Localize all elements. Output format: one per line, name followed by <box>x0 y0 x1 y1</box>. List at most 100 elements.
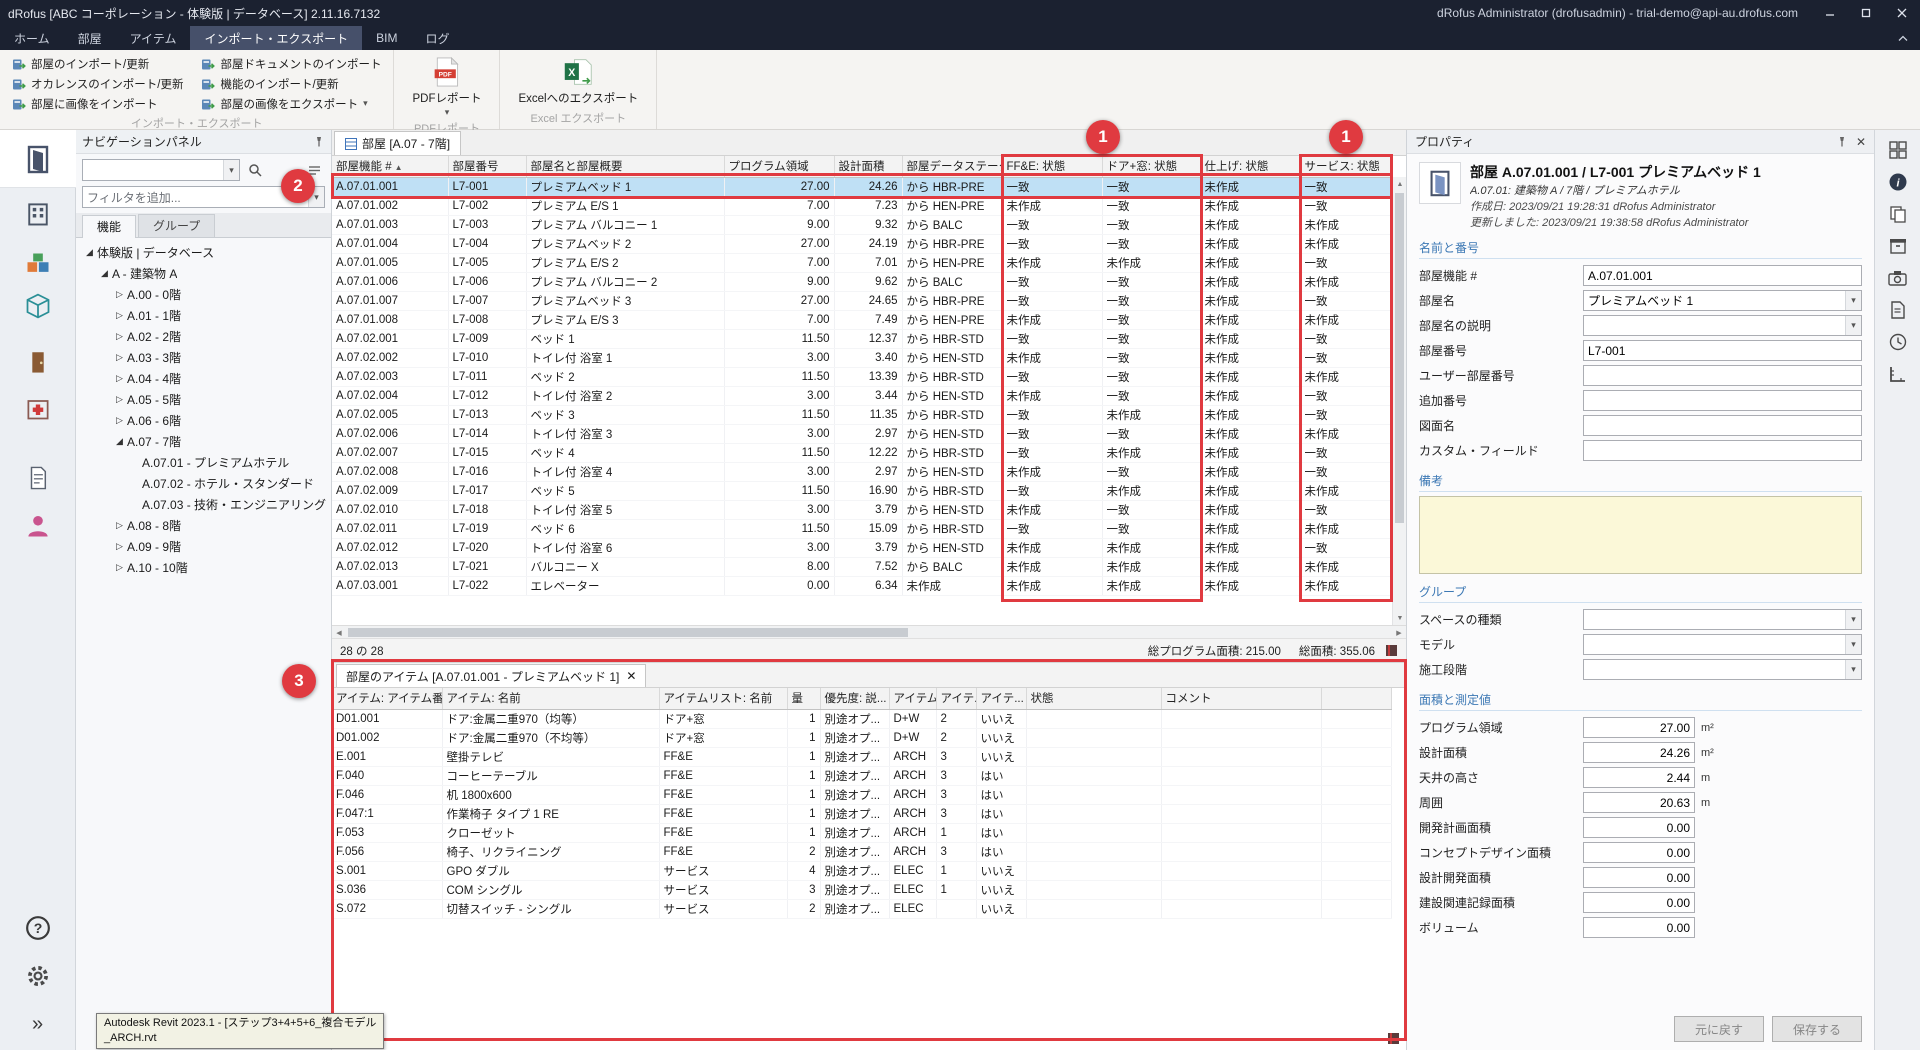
tree-node[interactable]: ▷A.02 - 2階 <box>76 326 331 347</box>
room-row[interactable]: A.07.01.002L7-002プレミアム E/S 17.007.23から H… <box>332 196 1392 215</box>
combo-arrow-icon[interactable]: ▾ <box>308 187 324 207</box>
room-row[interactable]: A.07.02.013L7-021バルコニー X8.007.52から BALC未… <box>332 557 1392 576</box>
item-row[interactable]: F.047:1作業椅子 タイプ 1 REFF&E1別途オプ...ARCH3はい <box>332 804 1392 823</box>
column-header[interactable]: 状態 <box>1026 688 1161 709</box>
copy-panel-button[interactable] <box>1883 200 1913 228</box>
room-row[interactable]: A.07.02.001L7-009ベッド 111.5012.37から HBR-S… <box>332 329 1392 348</box>
menu-tab[interactable]: インポート・エクスポート <box>190 26 362 50</box>
item-row[interactable]: F.053クローゼットFF&E1別途オプ...ARCH1はい <box>332 823 1392 842</box>
field-input[interactable] <box>1583 792 1695 813</box>
tree-node[interactable]: A.07.03 - 技術・エンジニアリング <box>76 494 331 515</box>
pin-icon[interactable] <box>313 136 325 148</box>
column-header[interactable]: 量 <box>787 688 820 709</box>
search-options-button[interactable] <box>303 159 325 181</box>
ribbon-small-button[interactable]: オカレンスのインポート/更新 <box>8 74 187 93</box>
info-panel-button[interactable]: i <box>1883 168 1913 196</box>
reports-module-button[interactable] <box>0 458 76 498</box>
field-input[interactable] <box>1584 635 1845 654</box>
field-input[interactable] <box>1583 917 1695 938</box>
items-module-button[interactable] <box>0 244 76 284</box>
help-button[interactable]: ? <box>0 908 76 948</box>
tree-collapsed-icon[interactable]: ▷ <box>112 331 127 342</box>
menu-tab[interactable]: ログ <box>411 26 463 50</box>
tab-functions[interactable]: 機能 <box>82 215 136 238</box>
close-button[interactable] <box>1884 0 1920 26</box>
column-header[interactable]: アイテ... <box>976 688 1026 709</box>
archive-panel-button[interactable] <box>1883 232 1913 260</box>
column-header[interactable]: アイテム... <box>889 688 936 709</box>
column-header[interactable]: アイテ... <box>936 688 976 709</box>
field-input[interactable] <box>1584 266 1861 285</box>
menu-tab[interactable]: ホーム <box>0 26 64 50</box>
minimize-button[interactable] <box>1812 0 1848 26</box>
hospital-module-button[interactable] <box>0 388 76 428</box>
room-row[interactable]: A.07.02.002L7-010トイレ付 浴室 13.003.40から HEN… <box>332 348 1392 367</box>
combo-arrow-icon[interactable]: ▾ <box>1845 635 1861 654</box>
save-button[interactable]: 保存する <box>1772 1016 1862 1042</box>
field-input[interactable] <box>1583 842 1695 863</box>
column-header[interactable]: アイテム: アイテム番号 <box>332 688 442 709</box>
column-header[interactable]: FF&E: 状態 <box>1002 156 1102 177</box>
field-input[interactable] <box>1584 316 1845 335</box>
room-row[interactable]: A.07.01.004L7-004プレミアムベッド 227.0024.19から … <box>332 234 1392 253</box>
building-module-button[interactable] <box>0 194 76 234</box>
rooms-vertical-scrollbar[interactable]: ▲ ▼ <box>1392 177 1406 625</box>
item-row[interactable]: F.046机 1800x600FF&E1別途オプ...ARCH3はい <box>332 785 1392 804</box>
room-row[interactable]: A.07.02.010L7-018トイレ付 浴室 53.003.79から HEN… <box>332 500 1392 519</box>
expand-toolbar-button[interactable]: » <box>0 1004 76 1044</box>
menu-tab[interactable]: アイテム <box>116 26 191 50</box>
scroll-left-arrow-icon[interactable]: ◀ <box>332 626 346 639</box>
room-row[interactable]: A.07.01.008L7-008プレミアム E/S 37.007.49から H… <box>332 310 1392 329</box>
history-panel-button[interactable] <box>1883 328 1913 356</box>
column-header[interactable]: 部屋データステータス <box>902 156 1002 177</box>
settings-button[interactable] <box>0 956 76 996</box>
field-input[interactable] <box>1584 341 1861 360</box>
tree-collapsed-icon[interactable]: ▷ <box>112 289 127 300</box>
tree-node[interactable]: ▷A.04 - 4階 <box>76 368 331 389</box>
room-row[interactable]: A.07.01.005L7-005プレミアム E/S 27.007.01から H… <box>332 253 1392 272</box>
room-row[interactable]: A.07.03.001L7-022エレベーター0.006.34未作成未作成未作成… <box>332 576 1392 595</box>
field-input[interactable] <box>1583 742 1695 763</box>
room-row[interactable]: A.07.02.011L7-019ベッド 611.5015.09から HBR-S… <box>332 519 1392 538</box>
items-book-icon[interactable] <box>1387 1032 1400 1045</box>
field-input[interactable] <box>1583 867 1695 888</box>
item-row[interactable]: D01.002ドア:金属二重970（不均等）ドア+窓1別途オプ...D+W2いい… <box>332 728 1392 747</box>
tree-node[interactable]: ▷A.06 - 6階 <box>76 410 331 431</box>
room-row[interactable]: A.07.01.006L7-006プレミアム バルコニー 29.009.62から… <box>332 272 1392 291</box>
item-row[interactable]: S.001GPO ダブルサービス4別途オプ...ELEC1いいえ <box>332 861 1392 880</box>
field-input[interactable] <box>1584 391 1861 410</box>
ribbon-small-button[interactable]: 部屋ドキュメントのインポート <box>197 54 385 73</box>
ribbon-small-button[interactable]: 部屋のインポート/更新 <box>8 54 187 73</box>
tree-expanded-icon[interactable]: ◢ <box>82 247 97 258</box>
tree-collapsed-icon[interactable]: ▷ <box>112 373 127 384</box>
column-header[interactable]: アイテムリスト: 名前 <box>659 688 787 709</box>
tree-collapsed-icon[interactable]: ▷ <box>112 352 127 363</box>
column-header[interactable]: ドア+窓: 状態 <box>1102 156 1200 177</box>
room-row[interactable]: A.07.02.005L7-013ベッド 311.5011.35から HBR-S… <box>332 405 1392 424</box>
close-tab-icon[interactable]: ✕ <box>626 669 636 683</box>
excel-export-button[interactable]: X Excelへのエクスポート <box>508 54 648 106</box>
ribbon-small-button[interactable]: 部屋の画像をエクスポート▾ <box>197 94 385 113</box>
tree-expanded-icon[interactable]: ◢ <box>112 436 127 447</box>
field-input[interactable] <box>1584 291 1845 310</box>
room-row[interactable]: A.07.02.004L7-012トイレ付 浴室 23.003.44から HEN… <box>332 386 1392 405</box>
field-input[interactable] <box>1584 416 1861 435</box>
scroll-up-arrow-icon[interactable]: ▲ <box>1393 177 1406 191</box>
column-header[interactable]: コメント <box>1161 688 1321 709</box>
item-row[interactable]: F.056椅子、リクライニングFF&E2別途オプ...ARCH3はい <box>332 842 1392 861</box>
combo-arrow-icon[interactable]: ▾ <box>1845 610 1861 629</box>
tree-collapsed-icon[interactable]: ▷ <box>112 394 127 405</box>
item-row[interactable]: E.001壁掛テレビFF&E1別途オプ...ARCH3いいえ <box>332 747 1392 766</box>
navigation-search-combo[interactable]: ▾ <box>82 159 240 181</box>
menu-tab[interactable]: 部屋 <box>64 26 116 50</box>
item-row[interactable]: S.072切替スイッチ - シングルサービス2別途オプ...ELECいいえ <box>332 899 1392 918</box>
rooms-horizontal-scrollbar[interactable]: ◀ ▶ <box>332 626 1406 639</box>
tree-node[interactable]: A.07.02 - ホテル・スタンダード <box>76 473 331 494</box>
combo-arrow-icon[interactable]: ▾ <box>1845 316 1861 335</box>
room-row[interactable]: A.07.02.008L7-016トイレ付 浴室 43.002.97から HEN… <box>332 462 1392 481</box>
column-header[interactable]: 設計面積 <box>834 156 902 177</box>
rooms-document-tab[interactable]: 部屋 [A.07 - 7階] <box>334 131 461 155</box>
images-panel-button[interactable] <box>1883 264 1913 292</box>
pin-icon[interactable] <box>1836 136 1848 148</box>
collapse-ribbon-button[interactable] <box>1886 26 1920 50</box>
